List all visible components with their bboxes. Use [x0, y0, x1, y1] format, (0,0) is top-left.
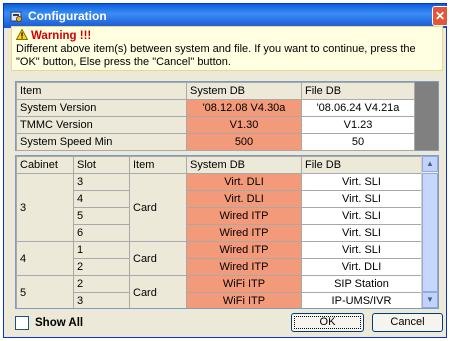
summary-row-system-speed-min: System Speed Min 500 50 — [16, 133, 415, 151]
table-row[interactable]: 4 Virt. DLI Virt. SLI — [17, 190, 422, 208]
detail-table: Cabinet Slot Item System DB File DB 3 3 … — [16, 156, 422, 308]
summary-item: System Version — [16, 99, 187, 117]
system-db-cell: WiFi ITP — [186, 292, 302, 308]
ok-button[interactable]: OK — [291, 313, 364, 332]
slot-cell: 5 — [73, 207, 130, 225]
file-db-cell: Virt. SLI — [301, 241, 422, 259]
detail-header-row: Cabinet Slot Item System DB File DB — [16, 156, 422, 174]
summary-system-value: '08.12.08 V4.30a — [186, 99, 302, 117]
vertical-scrollbar[interactable]: ▲ ▼ — [421, 156, 438, 308]
warning-line-1: Different above item(s) between system a… — [16, 43, 416, 55]
table-row[interactable]: 6 Wired ITP Virt. SLI — [17, 224, 422, 242]
slot-cell: 6 — [73, 224, 130, 242]
summary-table: Item System DB File DB System Version '0… — [16, 82, 415, 151]
file-db-cell: Virt. SLI — [301, 190, 422, 208]
file-db-cell: IP-UMS/IVR — [301, 292, 422, 308]
summary-header-system-db: System DB — [186, 82, 302, 100]
warning-icon — [15, 28, 31, 43]
item-cell: Card — [129, 241, 187, 276]
summary-item: TMMC Version — [16, 116, 187, 134]
file-db-cell: SIP Station — [301, 275, 422, 293]
system-db-cell: WiFi ITP — [186, 275, 302, 293]
cabinet-cell: 3 — [16, 173, 74, 242]
slot-cell: 4 — [73, 190, 130, 208]
configuration-window: Configuration ✕ Warning !!! Different ab… — [3, 3, 448, 338]
slot-cell: 3 — [73, 173, 130, 191]
detail-header-item: Item — [129, 156, 187, 174]
cabinet-cell: 5 — [16, 275, 74, 308]
detail-header-file-db: File DB — [301, 156, 422, 174]
summary-system-value: V1.30 — [186, 116, 302, 134]
warning-panel: Warning !!! Different above item(s) betw… — [11, 26, 443, 71]
show-all-control[interactable]: Show All — [15, 316, 83, 330]
show-all-checkbox[interactable] — [15, 316, 29, 330]
warning-heading: Warning !!! — [31, 30, 92, 42]
summary-item: System Speed Min — [16, 133, 187, 151]
table-row[interactable]: 2 Wired ITP Virt. DLI — [17, 258, 422, 276]
slot-cell: 2 — [73, 275, 130, 293]
detail-header-cabinet: Cabinet — [16, 156, 74, 174]
detail-header-system-db: System DB — [186, 156, 302, 174]
system-db-cell: Virt. DLI — [186, 173, 302, 191]
slot-cell: 3 — [73, 292, 130, 308]
summary-row-system-version: System Version '08.12.08 V4.30a '08.06.2… — [16, 99, 415, 117]
scrollbar-thumb[interactable] — [422, 173, 438, 292]
window-title: Configuration — [28, 9, 107, 23]
cabinet-cell: 4 — [16, 241, 74, 276]
show-all-label: Show All — [35, 317, 84, 329]
system-db-cell: Virt. DLI — [186, 190, 302, 208]
file-db-cell: Virt. DLI — [301, 258, 422, 276]
file-db-cell: Virt. SLI — [301, 207, 422, 225]
table-row[interactable]: 5 2 Card WiFi ITP SIP Station — [16, 275, 422, 308]
settings-app-icon — [10, 10, 23, 23]
table-row[interactable]: 3 3 Card Virt. DLI Virt. SLI — [16, 173, 422, 242]
close-icon[interactable]: ✕ — [432, 6, 448, 26]
warning-heading-row: Warning !!! — [15, 28, 438, 43]
summary-header-item: Item — [16, 82, 187, 100]
table-row[interactable]: 4 1 Card Wired ITP Virt. SLI — [16, 241, 422, 276]
table-row[interactable]: 5 Wired ITP Virt. SLI — [17, 207, 422, 225]
system-db-cell: Wired ITP — [186, 224, 302, 242]
system-db-cell: Wired ITP — [186, 207, 302, 225]
item-cell: Card — [129, 173, 187, 242]
summary-table-panel: Item System DB File DB System Version '0… — [15, 81, 439, 151]
summary-file-value: 50 — [301, 133, 415, 151]
file-db-cell: Virt. SLI — [301, 224, 422, 242]
slot-cell: 2 — [73, 258, 130, 276]
scroll-down-icon[interactable]: ▼ — [422, 292, 438, 308]
slot-cell: 1 — [73, 241, 130, 259]
summary-file-value: '08.06.24 V4.21a — [301, 99, 415, 117]
scroll-up-icon[interactable]: ▲ — [422, 156, 438, 172]
warning-line-2: "OK" button, Else press the "Cancel" but… — [16, 56, 231, 68]
item-cell: Card — [129, 275, 187, 308]
detail-header-slot: Slot — [73, 156, 130, 174]
cancel-button[interactable]: Cancel — [372, 313, 443, 332]
summary-row-tmmc-version: TMMC Version V1.30 V1.23 — [16, 116, 415, 134]
summary-header-file-db: File DB — [301, 82, 415, 100]
detail-table-panel[interactable]: Cabinet Slot Item System DB File DB 3 3 … — [15, 155, 439, 309]
system-db-cell: Wired ITP — [186, 258, 302, 276]
summary-file-value: V1.23 — [301, 116, 415, 134]
system-db-cell: Wired ITP — [186, 241, 302, 259]
table-row[interactable]: 3 WiFi ITP IP-UMS/IVR — [17, 292, 422, 308]
file-db-cell: Virt. SLI — [301, 173, 422, 191]
title-bar[interactable]: Configuration ✕ — [4, 4, 448, 28]
summary-system-value: 500 — [186, 133, 302, 151]
summary-header-row: Item System DB File DB — [16, 82, 415, 100]
